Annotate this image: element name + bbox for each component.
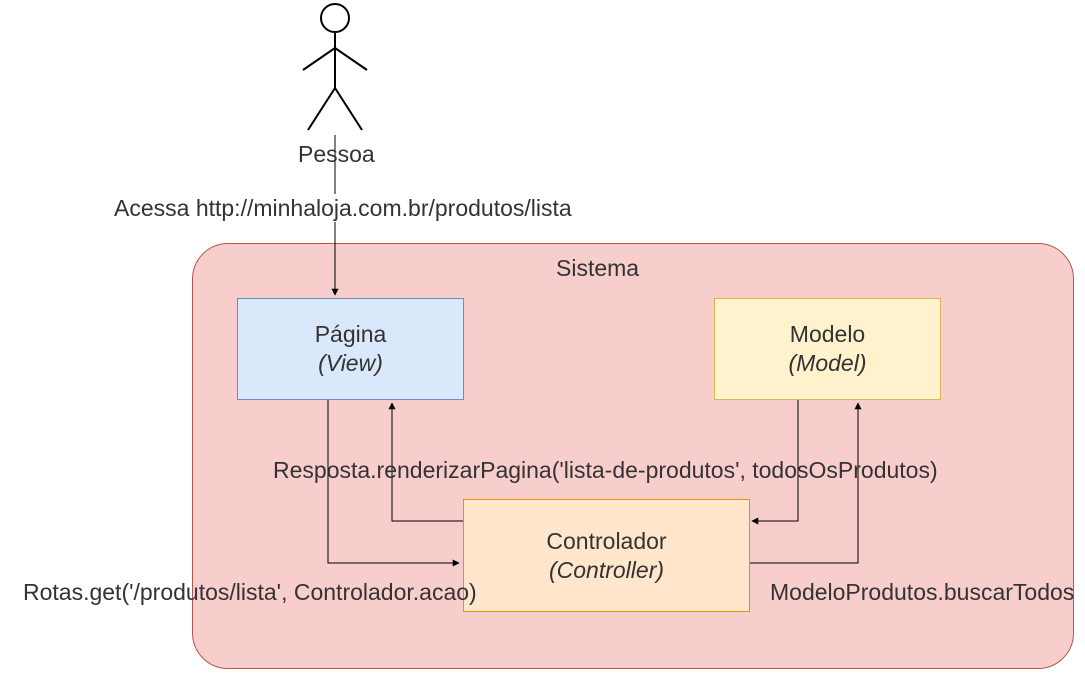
node-view: Página (View) <box>237 298 464 400</box>
edge-label-model-to-ctrl: ModeloProdutos.buscarTodos <box>770 579 1074 606</box>
actor-icon <box>303 4 367 130</box>
node-view-subtitle: (View) <box>318 349 383 378</box>
node-model: Modelo (Model) <box>714 298 941 400</box>
diagram-canvas: Sistema <box>0 0 1085 681</box>
node-view-title: Página <box>315 320 387 349</box>
edge-label-view-to-ctrl: Rotas.get('/produtos/lista', Controlador… <box>23 579 477 606</box>
node-controller-subtitle: (Controller) <box>549 556 664 585</box>
node-controller: Controlador (Controller) <box>463 499 750 612</box>
system-title: Sistema <box>556 255 639 282</box>
actor-label: Pessoa <box>298 141 372 168</box>
node-model-title: Modelo <box>790 320 865 349</box>
action-label: Acessa http://minhaloja.com.br/produtos/… <box>114 195 572 222</box>
edge-label-ctrl-to-view: Resposta.renderizarPagina('lista-de-prod… <box>273 457 938 484</box>
node-model-subtitle: (Model) <box>789 349 867 378</box>
node-controller-title: Controlador <box>546 527 666 556</box>
